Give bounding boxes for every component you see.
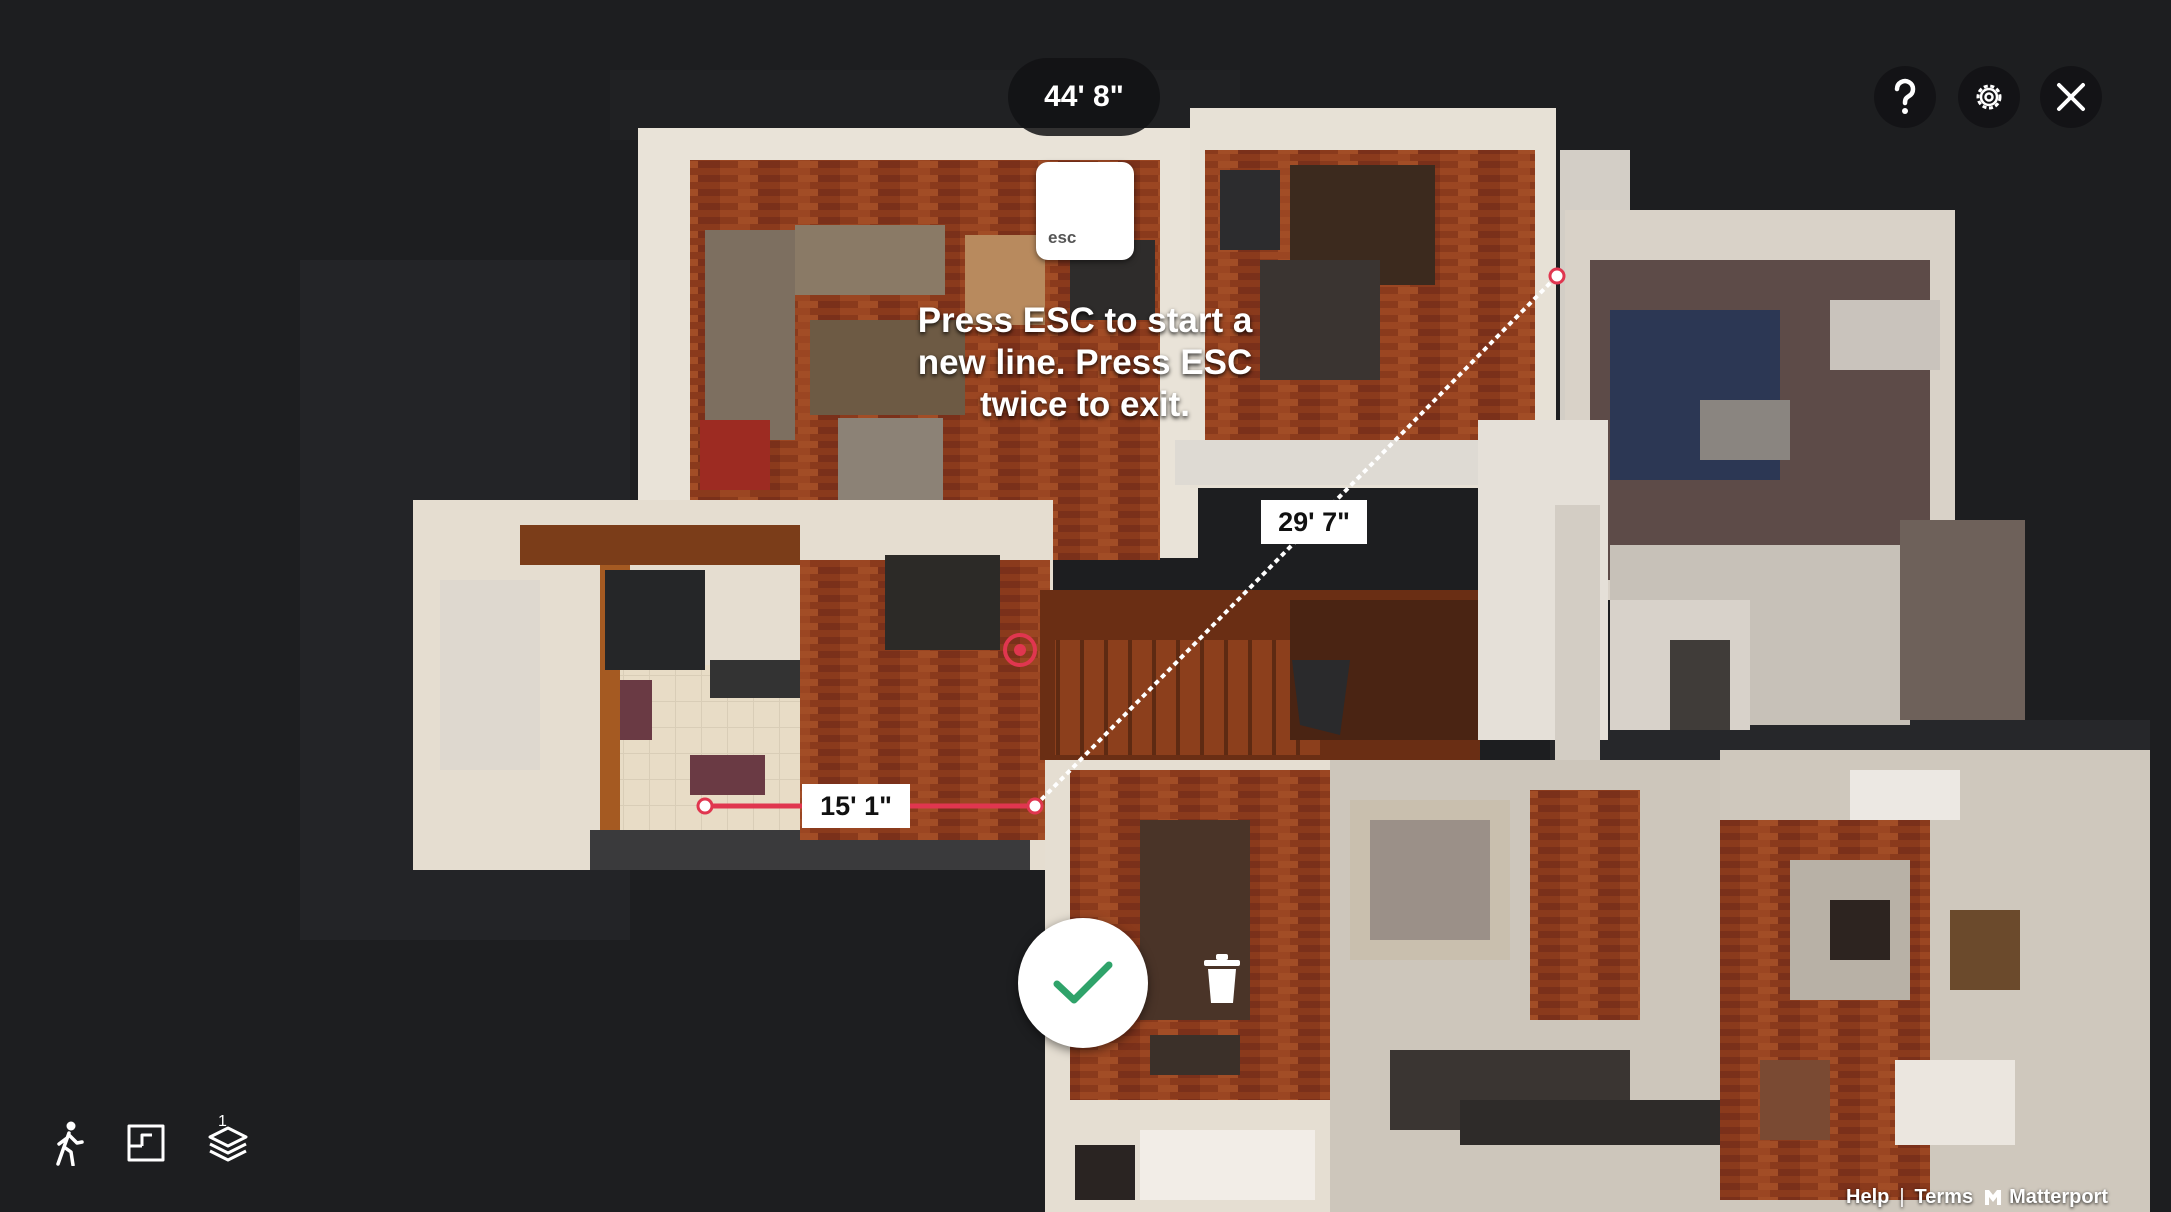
measure-point-start[interactable] [696,797,714,815]
footer-links: Help | Terms Matterport [1846,1184,2108,1210]
matterport-link[interactable]: Matterport [1983,1186,2108,1209]
matterport-label: Matterport [2009,1185,2108,1208]
settings-button[interactable] [1958,66,2020,128]
close-icon [2057,83,2085,111]
trash-icon [1204,954,1240,1003]
help-button[interactable] [1874,66,1936,128]
room-kitchen [413,500,1053,870]
viewer-3d[interactable]: 44' 8" esc Press ESC to start a new line… [0,0,2171,1212]
segment-length-label[interactable]: 29' 7" [1261,500,1367,544]
room-family [1720,750,2150,1212]
floors-icon [208,1126,248,1162]
instruction-text: Press ESC to start a new line. Press ESC… [917,301,1253,424]
room-entry [1330,760,1750,1212]
floor-number-badge: 1 [218,1113,227,1130]
delete-measurement-button[interactable] [1202,952,1242,1006]
total-distance-readout: 44' 8" [1008,58,1160,136]
esc-key-hint: esc [1036,162,1134,260]
floorplan-mode-button[interactable] [118,1115,174,1171]
gear-icon [1976,84,2002,110]
walk-icon [56,1121,84,1166]
walk-mode-button[interactable] [40,1115,96,1171]
confirm-measurement-button[interactable] [1018,918,1148,1048]
measure-point-end[interactable] [1548,267,1566,285]
matterport-logo-icon [1985,1190,2002,1205]
terms-link[interactable]: Terms [1915,1186,1974,1209]
esc-key-label: esc [1048,228,1077,247]
segment-length-label[interactable]: 15' 1" [802,784,910,828]
footer-separator: | [1899,1185,1905,1208]
close-button[interactable] [2040,66,2102,128]
floors-mode-button[interactable] [200,1115,256,1171]
question-icon [1894,78,1916,114]
checkmark-icon [1053,961,1113,1004]
help-link[interactable]: Help [1846,1186,1889,1209]
measure-point-mid[interactable] [1026,797,1044,815]
floorplan-icon [127,1124,165,1162]
